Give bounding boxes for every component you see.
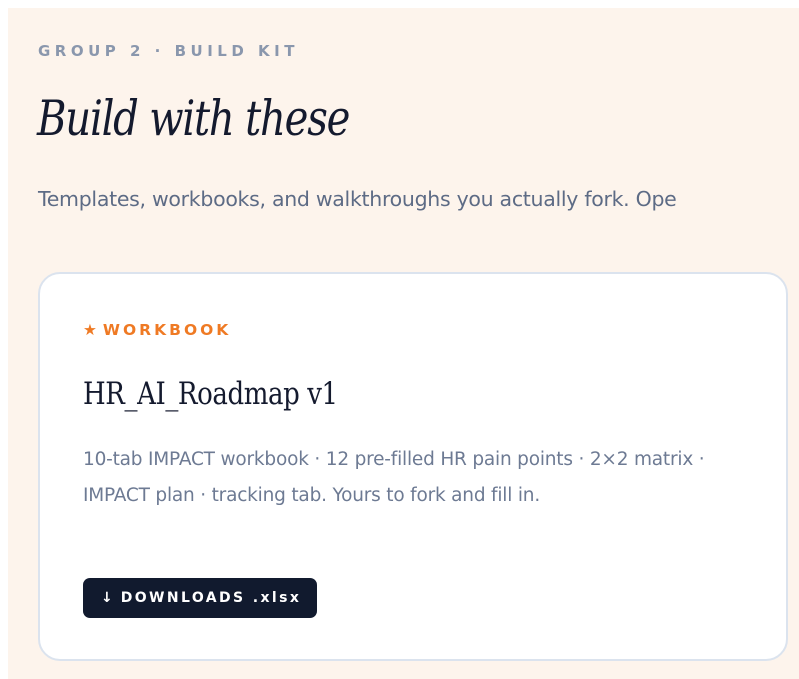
- download-button-label: DOWNLOADS .xlsx: [120, 590, 302, 606]
- card-category-label: WORKBOOK: [102, 321, 232, 339]
- workbook-card: ★ WORKBOOK HR_AI_Roadmap v1 10-tab IMPACT…: [38, 272, 788, 661]
- star-icon: ★: [83, 321, 97, 339]
- section-subtitle: Templates, workbooks, and walkthroughs y…: [38, 187, 677, 211]
- build-kit-section: GROUP 2 · BUILD KIT Build with these Tem…: [8, 8, 799, 679]
- card-category-tag: ★ WORKBOOK: [83, 321, 231, 339]
- download-arrow-icon: ↓: [101, 590, 113, 606]
- section-title: Build with these: [37, 90, 350, 147]
- card-title: HR_AI_Roadmap v1: [83, 376, 338, 412]
- card-description: 10-tab IMPACT workbook · 12 pre-filled H…: [83, 449, 705, 506]
- download-button[interactable]: ↓ DOWNLOADS .xlsx: [83, 578, 318, 618]
- section-eyebrow: GROUP 2 · BUILD KIT: [38, 42, 299, 60]
